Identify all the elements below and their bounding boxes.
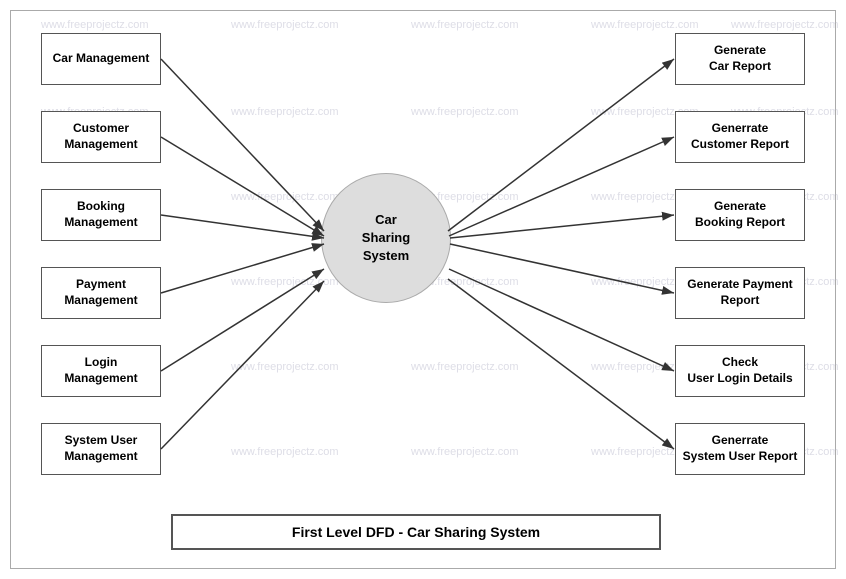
- generate-customer-report-label: GenerrateCustomer Report: [691, 121, 789, 152]
- booking-management-box: BookingManagement: [41, 189, 161, 241]
- check-user-login-details-label: CheckUser Login Details: [687, 355, 792, 386]
- watermark: www.freeprojectz.com: [231, 106, 339, 118]
- watermark: www.freeprojectz.com: [231, 19, 339, 31]
- watermark: www.freeprojectz.com: [411, 19, 519, 31]
- customer-management-box: CustomerManagement: [41, 111, 161, 163]
- watermark: www.freeprojectz.com: [231, 276, 339, 288]
- login-management-box: LoginManagement: [41, 345, 161, 397]
- generate-car-report-label: GenerateCar Report: [709, 43, 771, 74]
- watermark: www.freeprojectz.com: [411, 106, 519, 118]
- generate-customer-report-box: GenerrateCustomer Report: [675, 111, 805, 163]
- system-user-management-box: System UserManagement: [41, 423, 161, 475]
- generate-system-user-report-box: GenerrateSystem User Report: [675, 423, 805, 475]
- center-label: CarSharingSystem: [362, 211, 410, 266]
- watermark: www.freeprojectz.com: [231, 191, 339, 203]
- booking-management-label: BookingManagement: [64, 199, 137, 230]
- generate-booking-report-label: GenerateBooking Report: [695, 199, 785, 230]
- payment-management-box: PaymentManagement: [41, 267, 161, 319]
- generate-car-report-box: GenerateCar Report: [675, 33, 805, 85]
- customer-management-label: CustomerManagement: [64, 121, 137, 152]
- watermark: www.freeprojectz.com: [231, 446, 339, 458]
- watermark: www.freeprojectz.com: [231, 361, 339, 373]
- car-management-box: Car Management: [41, 33, 161, 85]
- watermark: www.freeprojectz.com: [411, 446, 519, 458]
- car-management-label: Car Management: [53, 51, 150, 67]
- generate-payment-report-label: Generate Payment Report: [676, 277, 804, 308]
- generate-system-user-report-label: GenerrateSystem User Report: [683, 433, 798, 464]
- caption-box: First Level DFD - Car Sharing System: [171, 514, 661, 550]
- diagram-container: www.freeprojectz.com www.freeprojectz.co…: [10, 10, 836, 569]
- watermark: www.freeprojectz.com: [731, 19, 839, 31]
- watermark: www.freeprojectz.com: [41, 19, 149, 31]
- center-circle: CarSharingSystem: [321, 173, 451, 303]
- check-user-login-details-box: CheckUser Login Details: [675, 345, 805, 397]
- login-management-label: LoginManagement: [64, 355, 137, 386]
- system-user-management-label: System UserManagement: [64, 433, 137, 464]
- payment-management-label: PaymentManagement: [64, 277, 137, 308]
- generate-booking-report-box: GenerateBooking Report: [675, 189, 805, 241]
- caption-label: First Level DFD - Car Sharing System: [292, 524, 540, 540]
- generate-payment-report-box: Generate Payment Report: [675, 267, 805, 319]
- watermark: www.freeprojectz.com: [411, 361, 519, 373]
- watermark: www.freeprojectz.com: [591, 19, 699, 31]
